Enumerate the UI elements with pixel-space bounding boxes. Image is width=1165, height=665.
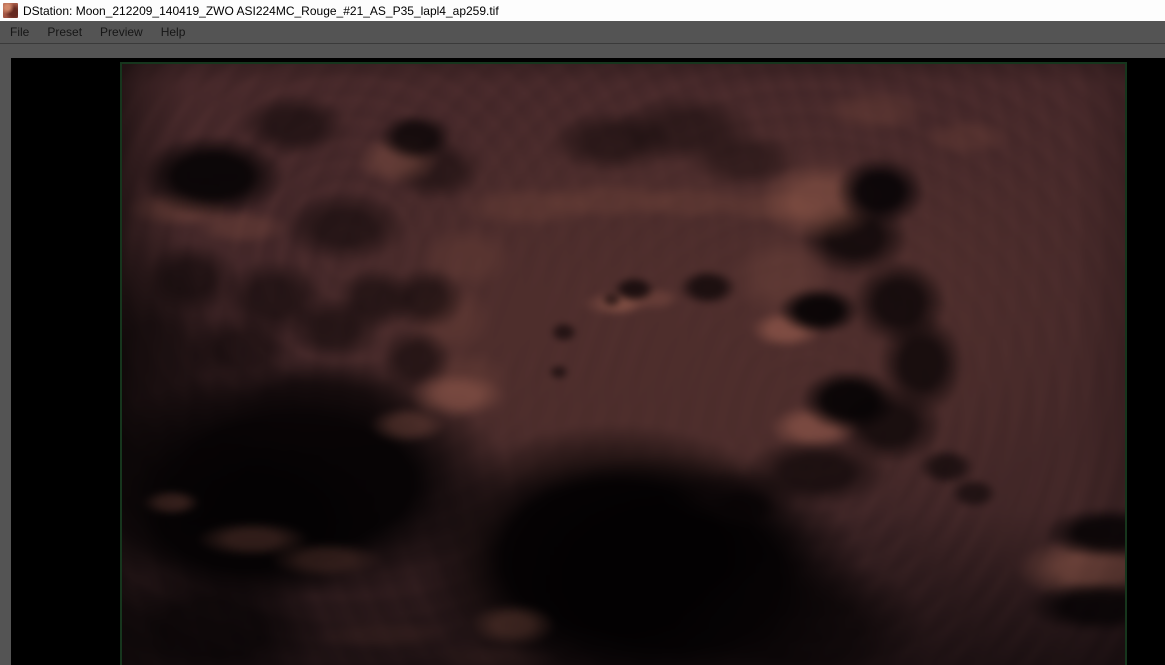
- window-title: DStation: Moon_212209_140419_ZWO ASI224M…: [23, 3, 499, 18]
- menu-bar: File Preset Preview Help: [0, 21, 1165, 44]
- image-canvas: [11, 58, 1165, 665]
- moon-image: [120, 62, 1127, 665]
- dstation-window: DStation: Moon_212209_140419_ZWO ASI224M…: [0, 0, 1165, 665]
- title-bar: DStation: Moon_212209_140419_ZWO ASI224M…: [0, 0, 1165, 21]
- moon-thumbnail-icon: [3, 3, 18, 18]
- menu-preview[interactable]: Preview: [91, 21, 152, 43]
- menu-file[interactable]: File: [1, 21, 38, 43]
- moon-surface-art: [122, 64, 1125, 665]
- client-area: [0, 44, 1165, 665]
- menu-preset[interactable]: Preset: [38, 21, 91, 43]
- menu-help[interactable]: Help: [152, 21, 195, 43]
